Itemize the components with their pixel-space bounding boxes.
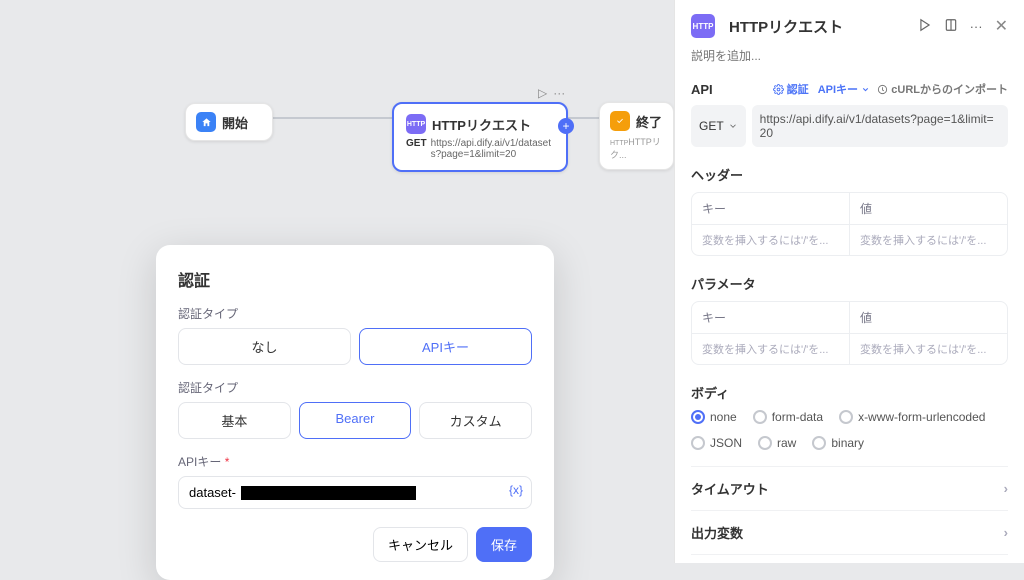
body-x-www[interactable]: x-www-form-urlencoded: [839, 410, 985, 424]
home-icon: [196, 112, 216, 132]
docs-icon[interactable]: [944, 18, 958, 35]
param-key-input[interactable]: 変数を挿入するには'/'を...: [692, 334, 850, 364]
save-button[interactable]: 保存: [476, 527, 532, 562]
header-key-input[interactable]: 変数を挿入するには'/'を...: [692, 225, 850, 255]
body-form-data[interactable]: form-data: [753, 410, 823, 424]
insert-variable-button[interactable]: {x}: [509, 483, 523, 497]
edge-http-end: [568, 117, 599, 119]
url-input[interactable]: https://api.dify.ai/v1/datasets?page=1&l…: [752, 105, 1008, 147]
auth-scheme-bearer[interactable]: Bearer: [299, 402, 412, 439]
auth-type-apikey[interactable]: APIキー: [359, 328, 532, 365]
body-none[interactable]: none: [691, 410, 737, 424]
cancel-button[interactable]: キャンセル: [373, 527, 468, 562]
node-http-url: https://api.dify.ai/v1/datasets?page=1&l…: [431, 138, 554, 160]
output-vars-accordion[interactable]: 出力変数 ›: [691, 510, 1008, 554]
close-icon[interactable]: ✕: [995, 16, 1008, 36]
node-end-title: 終了: [636, 112, 662, 131]
next-step-section: 次のステップ このワークフローで次のブロックを追加: [691, 554, 1008, 563]
edge-start-http: [273, 117, 392, 119]
more-icon[interactable]: ···: [553, 86, 565, 100]
auth-scheme-custom[interactable]: カスタム: [419, 402, 532, 439]
body-json[interactable]: JSON: [691, 436, 742, 450]
method-select[interactable]: GET: [691, 105, 746, 147]
param-value-input[interactable]: 変数を挿入するには'/'を...: [850, 334, 1007, 364]
params-table: キー 値 変数を挿入するには'/'を... 変数を挿入するには'/'を...: [691, 301, 1008, 365]
node-start[interactable]: 開始: [185, 103, 273, 141]
modal-title: 認証: [178, 267, 532, 291]
auth-scheme-label: 認証タイプ: [178, 379, 532, 396]
auth-type-segment: なし APIキー: [178, 328, 532, 365]
body-title: ボディ: [691, 383, 1008, 402]
headers-key-head: キー: [692, 193, 850, 225]
more-icon[interactable]: ···: [970, 19, 983, 34]
run-icon[interactable]: [918, 18, 932, 35]
params-title: パラメータ: [691, 274, 1008, 293]
node-http-method: GET: [406, 138, 427, 160]
http-icon: HTTP: [691, 14, 715, 38]
body-binary[interactable]: binary: [812, 436, 864, 450]
description-input[interactable]: [691, 49, 1008, 63]
auth-type-none[interactable]: なし: [178, 328, 351, 365]
panel-title: HTTPリクエスト: [729, 16, 910, 37]
add-connection-button[interactable]: +: [558, 118, 574, 134]
params-value-head: 値: [850, 302, 1007, 334]
curl-import-link[interactable]: cURLからのインポート: [877, 81, 1008, 97]
headers-title: ヘッダー: [691, 165, 1008, 184]
api-key-label: APIキー *: [178, 453, 532, 470]
chevron-right-icon: ›: [1004, 525, 1008, 540]
headers-table: キー 値 変数を挿入するには'/'を... 変数を挿入するには'/'を...: [691, 192, 1008, 256]
auth-settings-link[interactable]: 認証 APIキー: [773, 81, 870, 97]
node-start-title: 開始: [222, 113, 248, 132]
auth-type-label: 認証タイプ: [178, 305, 532, 322]
auth-scheme-segment: 基本 Bearer カスタム: [178, 402, 532, 439]
end-icon: [610, 111, 630, 131]
headers-value-head: 値: [850, 193, 1007, 225]
node-hover-actions: ▷ ···: [538, 86, 565, 100]
timeout-accordion[interactable]: タイムアウト ›: [691, 466, 1008, 510]
run-icon[interactable]: ▷: [538, 86, 547, 100]
header-value-input[interactable]: 変数を挿入するには'/'を...: [850, 225, 1007, 255]
body-raw[interactable]: raw: [758, 436, 796, 450]
api-key-input[interactable]: [189, 485, 241, 500]
params-key-head: キー: [692, 302, 850, 334]
node-http-request[interactable]: HTTP HTTPリクエスト GET https://api.dify.ai/v…: [392, 102, 568, 172]
auth-scheme-basic[interactable]: 基本: [178, 402, 291, 439]
auth-modal: 認証 認証タイプ なし APIキー 認証タイプ 基本 Bearer カスタム A…: [156, 245, 554, 580]
node-http-title: HTTPリクエスト: [432, 115, 531, 134]
node-panel: HTTP HTTPリクエスト ··· ✕ API 認証 APIキー cURLから…: [674, 0, 1024, 563]
api-key-input-wrap[interactable]: {x}: [178, 476, 532, 509]
http-icon: HTTP: [406, 114, 426, 134]
node-end[interactable]: 終了 HTTPHTTPリク...: [599, 102, 674, 170]
api-key-redacted: [241, 486, 416, 500]
api-section-title: API: [691, 82, 713, 97]
chevron-right-icon: ›: [1004, 481, 1008, 496]
